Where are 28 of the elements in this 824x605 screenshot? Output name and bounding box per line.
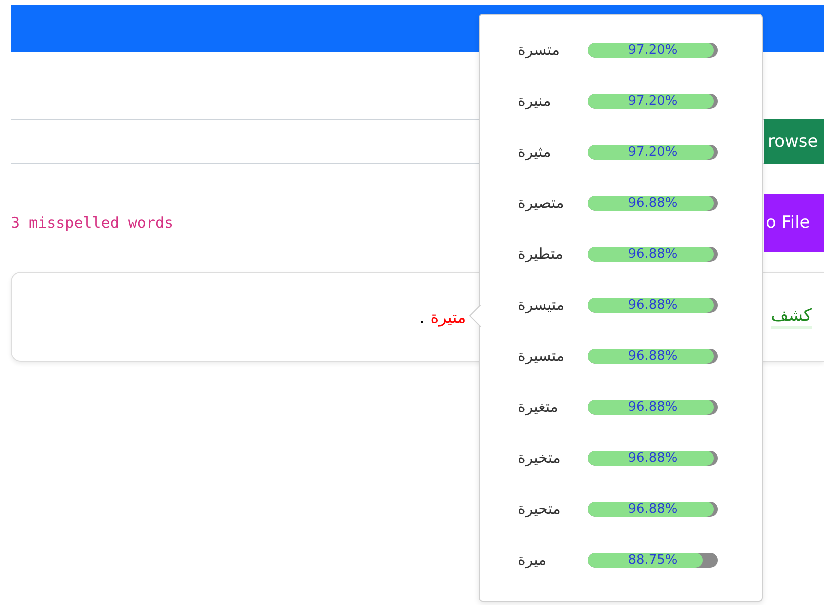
detected-word: كشف [771, 306, 812, 328]
score-value: 96.88% [627, 451, 679, 466]
score-value: 96.88% [627, 349, 679, 364]
suggestion-word[interactable]: مثيرة [518, 139, 566, 165]
export-button[interactable]: o File [764, 194, 824, 252]
suggestion-word[interactable]: متصيرة [518, 190, 566, 216]
score-value: 97.20% [627, 43, 679, 58]
misspelled-word[interactable]: متيرة [430, 308, 466, 326]
suggestion-word[interactable]: متخيرة [518, 445, 566, 471]
misspelled-count: 3 misspelled words [11, 214, 174, 232]
suggestion-word[interactable]: متيسرة [518, 292, 566, 318]
score-value: 96.88% [627, 502, 679, 517]
suggestion-word[interactable]: منيرة [518, 88, 566, 114]
score-value: 96.88% [627, 298, 679, 313]
score-value: 96.88% [627, 196, 679, 211]
suggestion-word[interactable]: متسرة [518, 37, 566, 63]
suggestion-word[interactable]: متغيرة [518, 394, 566, 420]
score-value: 88.75% [627, 553, 679, 568]
suggestion-word[interactable]: متطيرة [518, 241, 566, 267]
browse-button[interactable]: rowse [764, 119, 824, 164]
suggestion-word[interactable]: متحيرة [518, 496, 566, 522]
score-value: 97.20% [627, 145, 679, 160]
suggestion-word[interactable]: متسيرة [518, 343, 566, 369]
score-value: 96.88% [627, 400, 679, 415]
score-value: 97.20% [627, 94, 679, 109]
suggestion-word[interactable]: ميرة [518, 547, 566, 573]
end-mark: . [420, 308, 425, 326]
score-value: 96.88% [627, 247, 679, 262]
